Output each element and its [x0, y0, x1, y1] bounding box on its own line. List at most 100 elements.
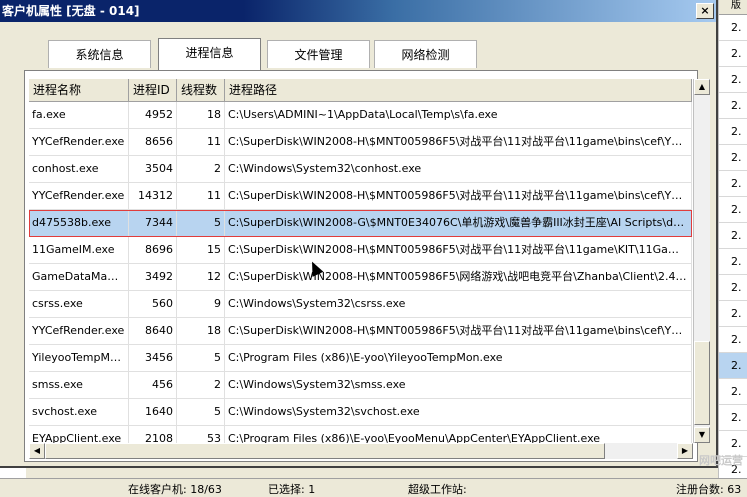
threads-cell: 18 — [177, 102, 225, 128]
path-cell: C:\SuperDisk\WIN2008-H\$MNT005986F5\对战平台… — [225, 318, 692, 344]
path-cell: C:\Windows\System32\conhost.exe — [225, 156, 692, 182]
threads-cell: 2 — [177, 156, 225, 182]
pid-cell: 2108 — [129, 426, 177, 443]
close-button[interactable]: × — [696, 3, 714, 19]
pid-cell: 3492 — [129, 264, 177, 290]
path-cell: C:\Program Files (x86)\E-yoo\YileyooTemp… — [225, 345, 692, 371]
table-row[interactable]: YYCefRender.exe 8656 11 C:\SuperDisk\WIN200… — [29, 129, 692, 156]
tab-network-check[interactable]: 网络检测 — [374, 40, 477, 68]
table-row[interactable]: fa.exe 4952 18 C:\Users\ADMINI~1\AppData\Lo… — [29, 102, 692, 129]
process-name-cell: YYCefRender.exe — [29, 318, 129, 344]
process-name-cell: svchost.exe — [29, 399, 129, 425]
process-name-cell: d475538b.exe — [29, 210, 129, 236]
background-list-item[interactable]: 2. — [719, 145, 747, 171]
table-row[interactable]: GameDataManag... 3492 12 C:\SuperDisk\WIN20… — [29, 264, 692, 291]
horizontal-scroll-thumb[interactable] — [45, 443, 605, 459]
background-list-item[interactable]: 2. — [719, 171, 747, 197]
path-cell: C:\SuperDisk\WIN2008-H\$MNT005986F5\对战平台… — [225, 129, 692, 155]
table-row[interactable]: d475538b.exe 7344 5 C:\SuperDisk\WIN2008-G\… — [29, 210, 692, 237]
background-list-item[interactable]: 2. — [719, 41, 747, 67]
scroll-left-icon[interactable]: ◀ — [29, 443, 45, 459]
table-row[interactable]: YYCefRender.exe 8640 18 C:\SuperDisk\WIN200… — [29, 318, 692, 345]
table-row[interactable]: smss.exe 456 2 C:\Windows\System32\smss.exe — [29, 372, 692, 399]
path-cell: C:\Windows\System32\svchost.exe — [225, 399, 692, 425]
threads-cell: 12 — [177, 264, 225, 290]
process-name-cell: conhost.exe — [29, 156, 129, 182]
tab-file-management[interactable]: 文件管理 — [267, 40, 370, 68]
status-bar: 在线客户机: 18/63 已选择: 1 超级工作站: 注册台数: 63 — [0, 478, 747, 496]
table-row[interactable]: 11GameIM.exe 8696 15 C:\SuperDisk\WIN2008-H… — [29, 237, 692, 264]
pid-cell: 7344 — [129, 210, 177, 236]
process-name-cell: YYCefRender.exe — [29, 183, 129, 209]
background-list-item[interactable]: 2. — [719, 301, 747, 327]
process-name-cell: fa.exe — [29, 102, 129, 128]
scroll-right-icon[interactable]: ▶ — [677, 443, 693, 459]
dialog-title: 客户机属性 [无盘 - 014] — [2, 4, 140, 18]
path-cell: C:\SuperDisk\WIN2008-H\$MNT005986F5\网络游戏… — [225, 264, 692, 290]
process-name-cell: smss.exe — [29, 372, 129, 398]
path-cell: C:\SuperDisk\WIN2008-G\$MNT0E34076C\单机游戏… — [225, 210, 692, 236]
background-list-item[interactable]: 2. — [719, 223, 747, 249]
background-right-header: 版 — [719, 0, 747, 15]
horizontal-scrollbar[interactable]: ◀ ▶ — [29, 443, 693, 459]
background-list-item[interactable]: 2. — [719, 119, 747, 145]
threads-cell: 5 — [177, 210, 225, 236]
table-row[interactable]: svchost.exe 1640 5 C:\Windows\System32\svch… — [29, 399, 692, 426]
pid-cell: 8656 — [129, 129, 177, 155]
background-list-item[interactable]: 2. — [719, 93, 747, 119]
path-cell: C:\SuperDisk\WIN2008-H\$MNT005986F5\对战平台… — [225, 183, 692, 209]
threads-cell: 53 — [177, 426, 225, 443]
column-header-path[interactable]: 进程路径 — [225, 79, 692, 101]
process-panel: 进程名称 进程ID 线程数 进程路径 fa.exe 4952 18 C:\Users\… — [24, 70, 710, 462]
pid-cell: 4952 — [129, 102, 177, 128]
path-cell: C:\Users\ADMINI~1\AppData\Local\Temp\s\f… — [225, 102, 692, 128]
table-row[interactable]: EYAppClient.exe 2108 53 C:\Program Files (x… — [29, 426, 692, 443]
path-cell: C:\Windows\System32\csrss.exe — [225, 291, 692, 317]
client-properties-dialog: 客户机属性 [无盘 - 014] × 系统信息 进程信息 文件管理 网络检测 进… — [0, 0, 718, 468]
background-list-item[interactable]: 2. — [719, 275, 747, 301]
path-cell: C:\Windows\System32\smss.exe — [225, 372, 692, 398]
background-right-list[interactable]: 版 2. 2. 2. 2. 2. 2. 2. 2. 2. 2. 2. 2. 2. 2. 2. 2. 2. 2. — [718, 0, 747, 483]
table-row[interactable]: csrss.exe 560 9 C:\Windows\System32\csrss.e… — [29, 291, 692, 318]
vertical-scrollbar[interactable]: ▲ ▼ — [693, 79, 710, 443]
background-list-item[interactable]: 2. — [719, 197, 747, 223]
table-row[interactable]: YYCefRender.exe 14312 11 C:\SuperDisk\WIN20… — [29, 183, 692, 210]
column-header-threads[interactable]: 线程数 — [177, 79, 225, 101]
watermark-logo: 网吧运营 — [699, 454, 743, 467]
pid-cell: 1640 — [129, 399, 177, 425]
threads-cell: 2 — [177, 372, 225, 398]
process-name-cell: 11GameIM.exe — [29, 237, 129, 263]
threads-cell: 5 — [177, 345, 225, 371]
threads-cell: 9 — [177, 291, 225, 317]
path-cell: C:\Program Files (x86)\E-yoo\EyooMenu\Ap… — [225, 426, 692, 443]
background-list-item[interactable]: 2. — [719, 327, 747, 353]
pid-cell: 560 — [129, 291, 177, 317]
column-header-process-name[interactable]: 进程名称 — [29, 79, 129, 101]
background-list-item[interactable]: 2. — [719, 405, 747, 431]
scroll-down-icon[interactable]: ▼ — [694, 427, 710, 443]
pid-cell: 14312 — [129, 183, 177, 209]
threads-cell: 15 — [177, 237, 225, 263]
process-name-cell: GameDataManag... — [29, 264, 129, 290]
dialog-titlebar[interactable]: 客户机属性 [无盘 - 014] × — [0, 0, 716, 22]
background-list-item[interactable]: 2. — [719, 67, 747, 93]
process-name-cell: EYAppClient.exe — [29, 426, 129, 443]
table-row[interactable]: YileyooTempMon.... 3456 5 C:\Program Files … — [29, 345, 692, 372]
pid-cell: 8640 — [129, 318, 177, 344]
tab-process-info[interactable]: 进程信息 — [158, 38, 261, 70]
vertical-scroll-thumb[interactable] — [694, 341, 710, 425]
pid-cell: 8696 — [129, 237, 177, 263]
process-table: 进程名称 进程ID 线程数 进程路径 fa.exe 4952 18 C:\Users\… — [29, 79, 692, 443]
background-list-item[interactable]: 2. — [719, 249, 747, 275]
threads-cell: 18 — [177, 318, 225, 344]
background-list-item[interactable]: 2. — [719, 379, 747, 405]
table-header: 进程名称 进程ID 线程数 进程路径 — [29, 79, 692, 102]
tab-system-info[interactable]: 系统信息 — [48, 40, 151, 68]
column-header-pid[interactable]: 进程ID — [129, 79, 177, 101]
path-cell: C:\SuperDisk\WIN2008-H\$MNT005986F5\对战平台… — [225, 237, 692, 263]
scroll-up-icon[interactable]: ▲ — [694, 79, 710, 95]
table-row[interactable]: conhost.exe 3504 2 C:\Windows\System32\conh… — [29, 156, 692, 183]
background-list-item[interactable]: 2. — [719, 15, 747, 41]
threads-cell: 5 — [177, 399, 225, 425]
background-list-item[interactable]: 2. — [719, 353, 747, 379]
